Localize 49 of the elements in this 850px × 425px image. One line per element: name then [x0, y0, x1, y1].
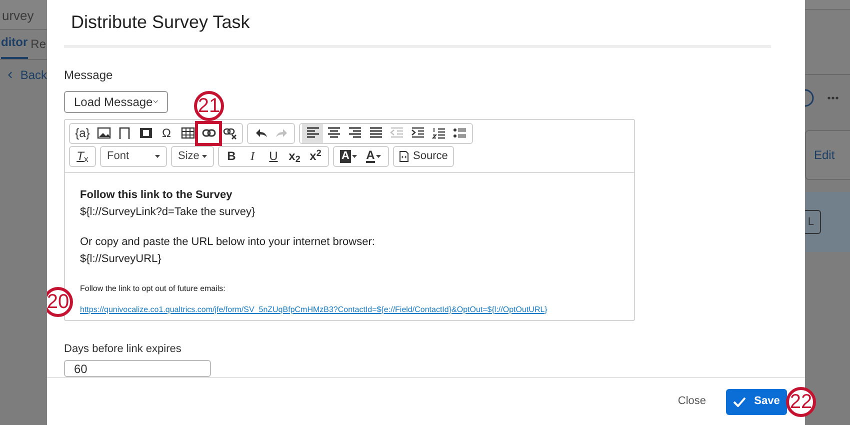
- format-button[interactable]: I: [242, 146, 263, 166]
- toolbar-dropdown[interactable]: Font: [100, 146, 167, 166]
- checkmark-icon: [733, 396, 746, 406]
- align-left-button[interactable]: [302, 124, 323, 142]
- align-center-icon: [326, 125, 342, 141]
- align-left-icon: [304, 125, 320, 141]
- format-button[interactable]: B: [221, 146, 242, 166]
- toolbar-button[interactable]: {a}: [72, 124, 93, 142]
- table-icon: [180, 125, 196, 141]
- toolbar-dropdown[interactable]: Size: [171, 146, 214, 166]
- image-icon: [96, 125, 112, 141]
- days-input-field[interactable]: 60: [64, 360, 211, 377]
- app-header-background: [805, 0, 850, 10]
- format-button[interactable]: x$_{2}$: [284, 146, 305, 166]
- justify-icon: [368, 125, 384, 141]
- clear-format-button[interactable]: T$_{x}$: [72, 146, 93, 166]
- color-button[interactable]: A: [361, 146, 386, 166]
- back-chevron-icon: [8, 70, 12, 80]
- save-button[interactable]: Save: [726, 388, 787, 414]
- field-label: Days before link expires: [64, 342, 182, 356]
- toolbar-button[interactable]: Ω: [156, 124, 177, 142]
- caret-icon: [202, 154, 207, 158]
- paragraph-text: Follow the link to opt out of future emails:: [80, 282, 226, 295]
- callout-badge: 21: [194, 90, 224, 120]
- caret-icon: [352, 154, 358, 158]
- load-message-dropdown[interactable]: Load Message: [64, 91, 168, 112]
- caret-icon: [376, 154, 381, 158]
- color-button[interactable]: A: [336, 146, 361, 166]
- align-right-icon: [346, 125, 362, 141]
- source-button[interactable]: Source: [393, 146, 454, 166]
- callout-badge: 22: [786, 386, 816, 416]
- opt-out-link[interactable]: https://qunivocalize.co1.qualtrics.com/jfe/form/SV_5nZUqBfpCmHMzB3?ContactId=${e://Field/ContactId}&OptOut=${l://OptOutURL}: [80, 304, 548, 314]
- document-icon: [399, 150, 409, 162]
- numbered-list-icon: [430, 125, 446, 141]
- paragraph-text: ${l://SurveyURL}: [80, 252, 162, 266]
- chevron-down-icon: [152, 98, 158, 106]
- paragraph-text: Follow this link to the Survey: [80, 188, 234, 202]
- close-button[interactable]: Close: [678, 393, 706, 410]
- field-label: Message: [64, 67, 114, 84]
- more-icon[interactable]: [827, 96, 839, 100]
- caret-icon: [155, 154, 160, 158]
- dialog-title: Distribute Survey Task: [71, 11, 250, 34]
- box-label: L: [805, 210, 821, 234]
- format-button[interactable]: U: [263, 146, 284, 166]
- callout-badge: 20: [47, 286, 73, 316]
- paragraph-text: ${l://SurveyLink?d=Take the survey}: [80, 204, 256, 220]
- paragraph-text: Or copy and paste the URL below into your internet browser:: [80, 234, 376, 250]
- format-button[interactable]: x$^{2}$: [305, 146, 326, 166]
- app-title: urvey: [2, 6, 34, 25]
